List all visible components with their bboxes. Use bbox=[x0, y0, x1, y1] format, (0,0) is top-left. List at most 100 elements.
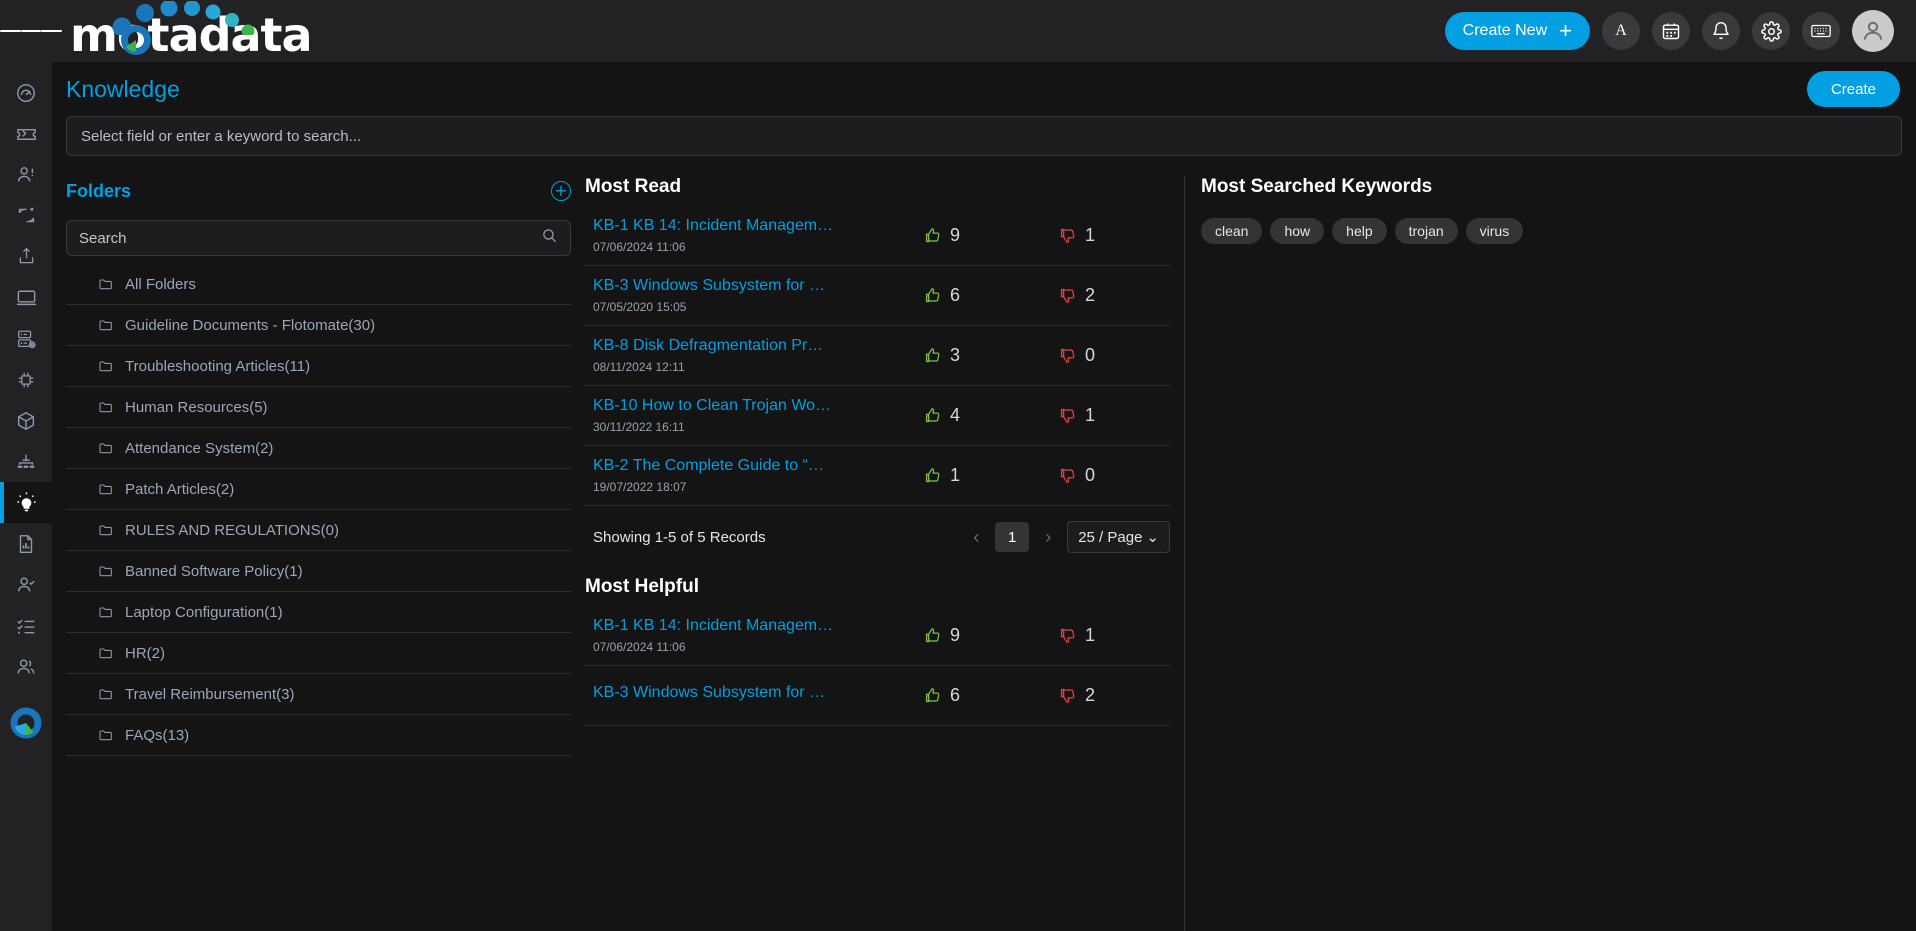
records-count: Showing 1-5 of 5 Records bbox=[593, 528, 766, 546]
upvote-number: 9 bbox=[950, 225, 961, 245]
folder-icon bbox=[98, 276, 114, 292]
main-content: Knowledge Create Select field or enter a… bbox=[52, 62, 1916, 931]
article-link[interactable]: KB-1 KB 14: Incident Managem… bbox=[593, 617, 893, 635]
articles-panel: Most Read KB-1 KB 14: Incident Managem… … bbox=[585, 176, 1185, 931]
lightbulb-icon bbox=[16, 492, 36, 512]
thumbs-up-icon bbox=[925, 408, 940, 423]
most-helpful-title: Most Helpful bbox=[585, 576, 699, 597]
downvote-count: 2 bbox=[1058, 285, 1153, 306]
downvote-count: 1 bbox=[1058, 625, 1153, 646]
sidebar-item-reports[interactable] bbox=[0, 523, 52, 564]
table-row: KB-1 KB 14: Incident Managem… 07/06/2024… bbox=[585, 606, 1170, 666]
keyword-chip[interactable]: help bbox=[1332, 218, 1387, 244]
chevron-right-icon[interactable]: › bbox=[1041, 527, 1055, 548]
avatar[interactable] bbox=[1852, 10, 1894, 52]
list-item-label: Troubleshooting Articles(11) bbox=[125, 357, 311, 375]
keyword-chip[interactable]: virus bbox=[1465, 218, 1524, 244]
list-item[interactable]: Laptop Configuration(1) bbox=[66, 592, 571, 633]
server-gear-icon bbox=[18, 330, 36, 348]
content-columns: Folders + Search All Folders Guideline D… bbox=[52, 176, 1916, 931]
sidebar-item-users[interactable] bbox=[0, 646, 52, 687]
keyword-chip[interactable]: how bbox=[1270, 218, 1325, 244]
most-searched-title: Most Searched Keywords bbox=[1201, 176, 1433, 197]
keyword-chips: clean how help trojan virus bbox=[1201, 218, 1916, 244]
user-alert-icon bbox=[17, 166, 34, 181]
folders-panel: Folders + Search All Folders Guideline D… bbox=[52, 176, 585, 931]
global-search-input[interactable]: Select field or enter a keyword to searc… bbox=[66, 116, 1902, 156]
bell-icon bbox=[1713, 22, 1729, 40]
article-link[interactable]: KB-10 How to Clean Trojan Wo… bbox=[593, 397, 893, 415]
list-item[interactable]: Patch Articles(2) bbox=[66, 469, 571, 510]
article-link[interactable]: KB-3 Windows Subsystem for … bbox=[593, 684, 893, 702]
settings-button[interactable] bbox=[1752, 12, 1790, 50]
user-check-icon bbox=[17, 577, 35, 591]
list-item[interactable]: HR(2) bbox=[66, 633, 571, 674]
sidebar-item-knowledge[interactable] bbox=[0, 482, 52, 523]
list-item[interactable]: All Folders bbox=[66, 264, 571, 305]
upvote-count: 9 bbox=[923, 225, 1018, 246]
sidebar-item-cmdb[interactable] bbox=[0, 318, 52, 359]
announcement-button[interactable]: A bbox=[1602, 12, 1640, 50]
list-item[interactable]: Travel Reimbursement(3) bbox=[66, 674, 571, 715]
thumbs-down-icon bbox=[1060, 688, 1075, 703]
keyword-chip[interactable]: clean bbox=[1201, 218, 1263, 244]
page-size-select[interactable]: 25 / Page ⌄ bbox=[1067, 521, 1170, 553]
speedometer-icon bbox=[17, 83, 35, 102]
upvote-number: 6 bbox=[950, 285, 961, 305]
list-item[interactable]: RULES AND REGULATIONS(0) bbox=[66, 510, 571, 551]
most-read-title: Most Read bbox=[585, 176, 682, 197]
list-item[interactable]: Human Resources(5) bbox=[66, 387, 571, 428]
downvote-count: 1 bbox=[1058, 225, 1153, 246]
downvote-number: 0 bbox=[1085, 465, 1096, 485]
downvote-number: 0 bbox=[1085, 345, 1096, 365]
sidebar-item-tasks[interactable] bbox=[0, 605, 52, 646]
folder-search-placeholder: Search bbox=[79, 229, 127, 247]
sidebar-item-release[interactable] bbox=[0, 236, 52, 277]
sidebar-item-assets[interactable] bbox=[0, 277, 52, 318]
article-link[interactable]: KB-1 KB 14: Incident Managem… bbox=[593, 217, 893, 235]
folder-search-input[interactable]: Search bbox=[66, 220, 571, 256]
sidebar-item-dashboard[interactable] bbox=[0, 72, 52, 113]
notifications-button[interactable] bbox=[1702, 12, 1740, 50]
sidebar-item-approvals[interactable] bbox=[0, 564, 52, 605]
keyboard-shortcuts-button[interactable] bbox=[1802, 12, 1840, 50]
sidebar-item-requester[interactable] bbox=[0, 154, 52, 195]
list-item[interactable]: Banned Software Policy(1) bbox=[66, 551, 571, 592]
keyword-chip[interactable]: trojan bbox=[1394, 218, 1458, 244]
sidebar-item-patch[interactable] bbox=[0, 359, 52, 400]
folder-icon bbox=[98, 399, 114, 415]
create-new-button[interactable]: Create New + bbox=[1444, 12, 1590, 50]
list-item[interactable]: FAQs(13) bbox=[66, 715, 571, 756]
page-number-1[interactable]: 1 bbox=[995, 522, 1030, 552]
sidebar-item-tickets[interactable] bbox=[0, 113, 52, 154]
hamburger-icon[interactable] bbox=[0, 0, 63, 62]
calendar-button[interactable] bbox=[1652, 12, 1690, 50]
keyboard-icon bbox=[1811, 24, 1831, 38]
plus-circle-icon[interactable]: + bbox=[551, 181, 571, 201]
upvote-number: 4 bbox=[950, 405, 961, 425]
folder-icon bbox=[98, 440, 114, 456]
chevron-left-icon[interactable]: ‹ bbox=[969, 527, 983, 548]
folders-title: Folders bbox=[66, 180, 132, 201]
article-info: KB-3 Windows Subsystem for … 07/05/2020 … bbox=[593, 277, 893, 314]
sidebar-item-change[interactable] bbox=[0, 195, 52, 236]
left-sidebar bbox=[0, 62, 52, 931]
sidebar-item-software[interactable] bbox=[0, 400, 52, 441]
thumbs-down-icon bbox=[1060, 408, 1075, 423]
folder-icon bbox=[98, 481, 114, 497]
list-item[interactable]: Guideline Documents - Flotomate(30) bbox=[66, 305, 571, 346]
article-link[interactable]: KB-3 Windows Subsystem for … bbox=[593, 277, 893, 295]
article-date: 07/06/2024 11:06 bbox=[593, 240, 686, 254]
folder-icon bbox=[98, 358, 114, 374]
list-item[interactable]: Attendance System(2) bbox=[66, 428, 571, 469]
sidebar-item-workflow[interactable] bbox=[0, 441, 52, 482]
article-link[interactable]: KB-8 Disk Defragmentation Pr… bbox=[593, 337, 893, 355]
create-button[interactable]: Create bbox=[1806, 71, 1900, 107]
downvote-number: 1 bbox=[1085, 225, 1096, 245]
upvote-count: 6 bbox=[923, 685, 1018, 706]
list-item[interactable]: Troubleshooting Articles(11) bbox=[66, 346, 571, 387]
thumbs-up-icon bbox=[925, 468, 940, 483]
article-link[interactable]: KB-2 The Complete Guide to “… bbox=[593, 457, 893, 475]
folder-icon bbox=[98, 317, 114, 333]
article-info: KB-2 The Complete Guide to “… 19/07/2022… bbox=[593, 457, 893, 494]
